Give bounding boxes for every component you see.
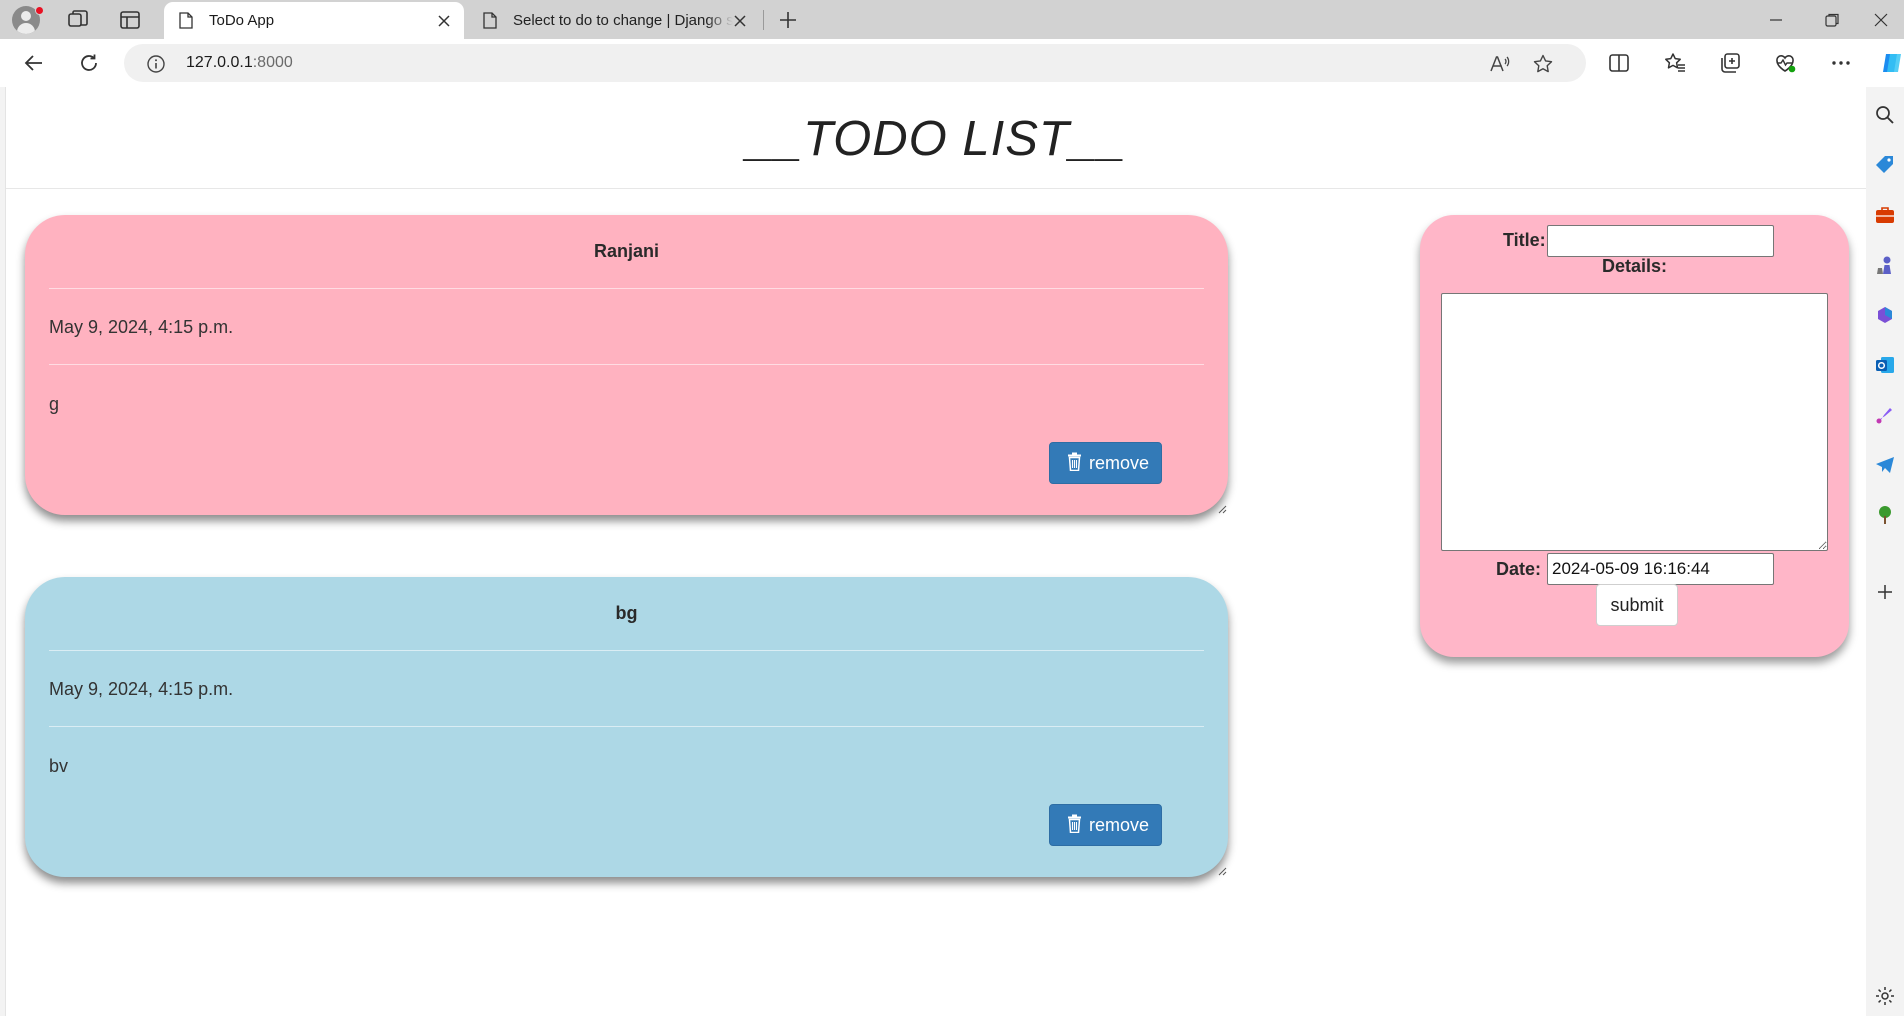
minimize-button[interactable] [1748,0,1804,39]
todo-title: Ranjani [593,241,659,261]
tab-title: Select to do to change | Django site adm… [513,12,733,29]
tree-icon[interactable] [1874,504,1896,526]
close-window-button[interactable] [1858,0,1904,39]
search-icon[interactable] [1874,104,1896,126]
page-icon [179,12,193,29]
favorites-icon[interactable] [1663,51,1687,75]
page-title: __TODO LIST__ [746,112,1127,166]
vertical-tabs-icon[interactable] [118,8,142,32]
tools-briefcase-icon[interactable] [1874,204,1896,226]
games-chess-icon[interactable] [1874,254,1896,276]
browser-toolbar: 127.0.0.1:8000 [0,39,1904,87]
trash-icon [1068,814,1081,833]
details-textarea[interactable] [1441,293,1828,551]
date-label: Date: [1496,559,1542,579]
close-window-icon [1874,13,1888,27]
new-tab-icon[interactable] [776,8,800,32]
divider [49,650,1204,651]
browser-essentials-icon[interactable] [1773,51,1797,75]
todo-title: bg [615,603,638,623]
remove-button-label: remove [1089,453,1150,473]
settings-gear-icon[interactable] [1874,985,1896,1007]
todo-details: bv [49,756,69,776]
submit-button[interactable]: submit [1596,584,1678,626]
divider [49,288,1204,289]
todo-card: Ranjani May 9, 2024, 4:15 p.m. g remove [25,215,1228,515]
page-viewport: __TODO LIST__ Ranjani May 9, 2024, 4:15 … [5,87,1866,1016]
outlook-icon[interactable] [1874,354,1896,376]
remove-button-label: remove [1089,815,1150,835]
back-icon[interactable] [22,51,46,75]
edge-sidebar [1866,87,1904,1016]
notification-dot [35,6,44,15]
tab-todo-app[interactable]: ToDo App [164,2,464,39]
send-telegram-icon[interactable] [1874,454,1896,476]
more-options-icon[interactable] [1829,51,1853,75]
favorite-star-icon[interactable] [1532,53,1554,75]
todo-details: g [49,394,60,414]
resize-grip-icon[interactable] [1217,866,1227,876]
page-header: __TODO LIST__ [6,87,1866,189]
todo-date: May 9, 2024, 4:15 p.m. [49,317,234,337]
restore-icon [1825,13,1839,27]
minimize-icon [1770,19,1782,21]
workspaces-icon[interactable] [66,8,90,32]
add-todo-form: Title: Details: Date: submit [1420,215,1849,657]
close-tab-icon[interactable] [732,13,748,29]
trash-icon [1068,452,1081,471]
todo-card: bg May 9, 2024, 4:15 p.m. bv remove [25,577,1228,877]
copilot-icon[interactable] [1880,51,1904,75]
info-icon[interactable] [146,54,166,74]
designer-icon[interactable] [1874,404,1896,426]
divider [49,726,1204,727]
tab-django-admin[interactable]: Select to do to change | Django site adm… [468,2,760,39]
title-label: Title: [1503,230,1546,250]
collections-icon[interactable] [1718,51,1742,75]
read-aloud-icon[interactable] [1488,53,1510,75]
tab-title: ToDo App [209,12,275,29]
refresh-icon[interactable] [77,51,101,75]
microsoft-365-icon[interactable] [1874,304,1896,326]
url-text: 127.0.0.1:8000 [186,54,293,71]
restore-button[interactable] [1804,0,1860,39]
remove-button[interactable]: remove [1049,442,1162,484]
remove-button[interactable]: remove [1049,804,1162,846]
todo-date: May 9, 2024, 4:15 p.m. [49,679,234,699]
add-sidebar-app-icon[interactable] [1874,581,1896,603]
page-icon [483,12,497,29]
details-label: Details: [1602,256,1668,276]
resize-grip-icon[interactable] [1217,504,1227,514]
shopping-tag-icon[interactable] [1874,154,1896,176]
browser-tab-strip: ToDo App Select to do to change | Django… [0,0,1904,39]
title-input[interactable] [1547,225,1774,257]
tab-separator [763,10,764,30]
close-tab-icon[interactable] [436,13,452,29]
divider [49,364,1204,365]
date-input[interactable] [1547,553,1774,585]
split-screen-icon[interactable] [1607,51,1631,75]
address-bar[interactable]: 127.0.0.1:8000 [124,44,1586,82]
